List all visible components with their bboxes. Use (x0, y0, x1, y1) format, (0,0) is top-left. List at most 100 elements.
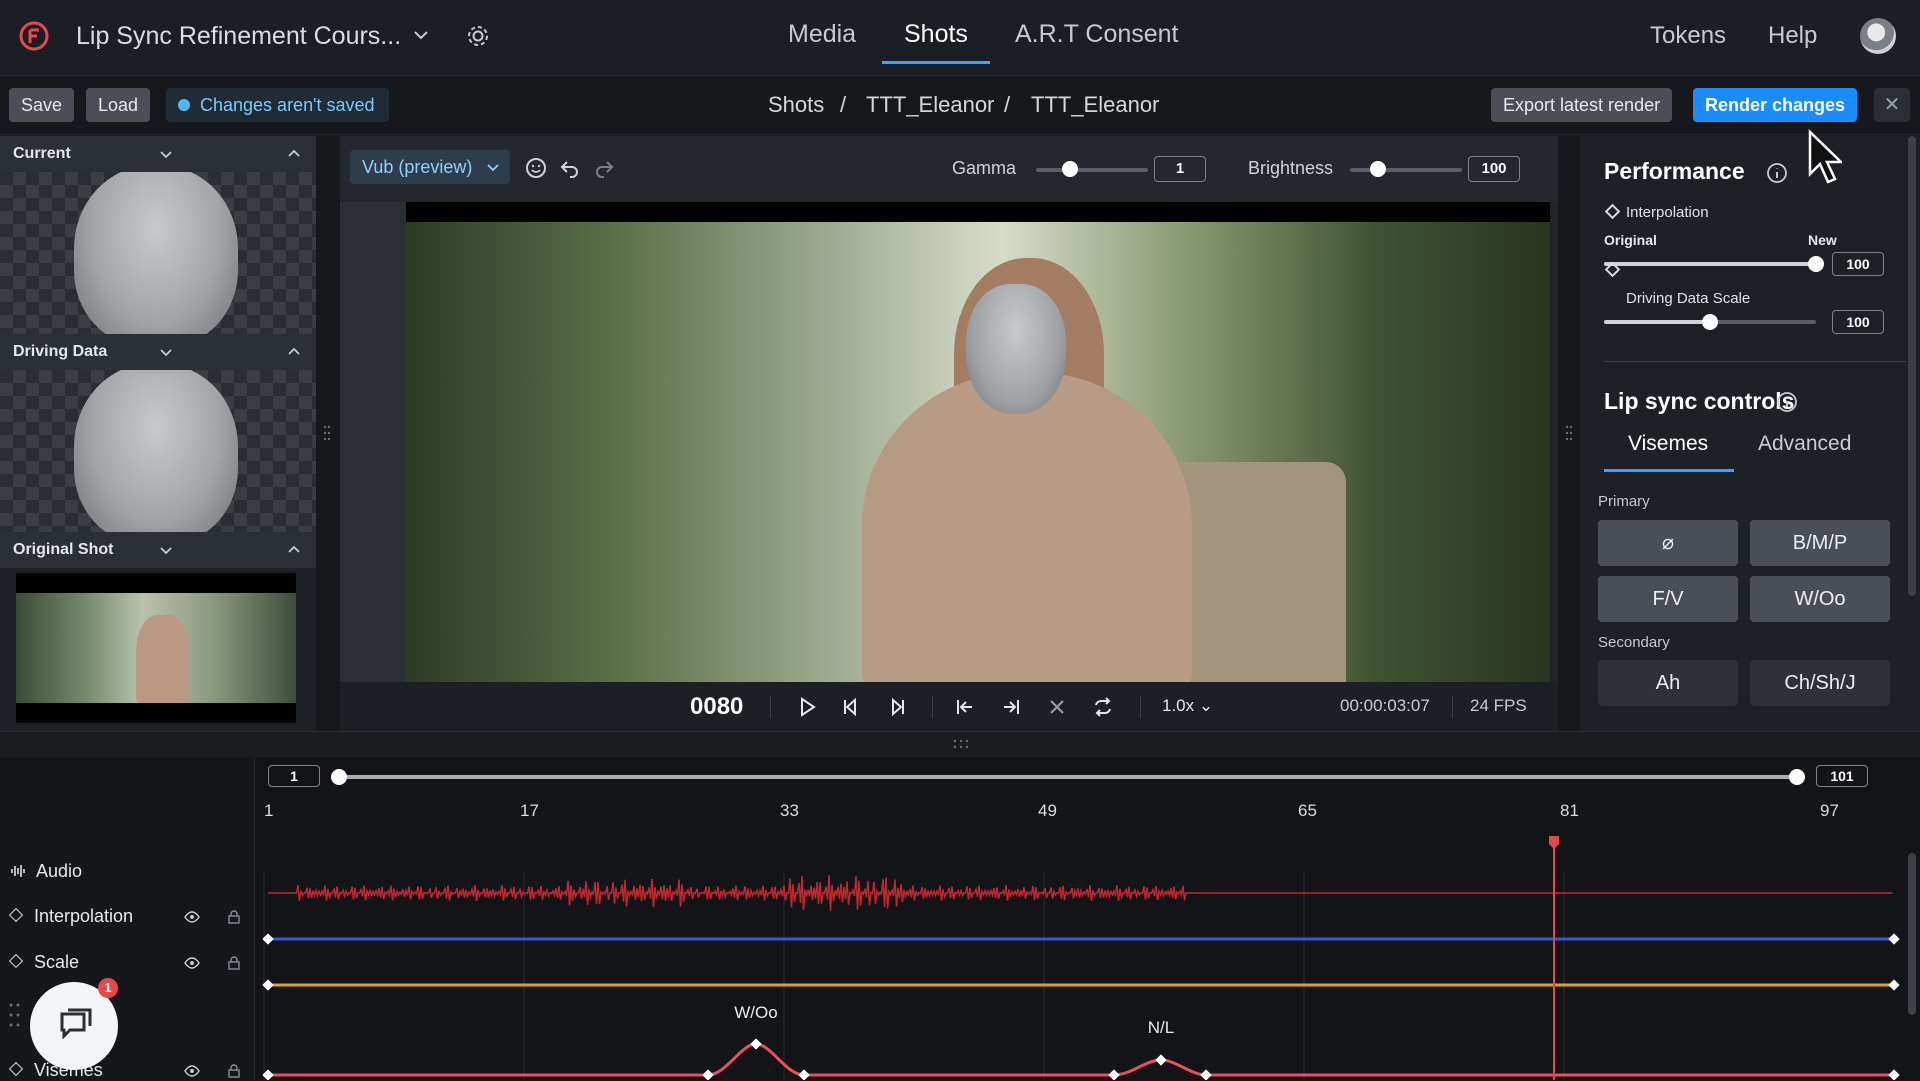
section-driving-data-header[interactable]: Driving Data (0, 334, 316, 370)
viseme-woo-button[interactable]: W/Oo (1750, 576, 1890, 622)
view-mode-select[interactable]: Vub (preview) (350, 150, 511, 184)
viewer-toolbar: Vub (preview) Gamma 1 Brightness 100 (340, 136, 1558, 202)
save-button[interactable]: Save (9, 88, 75, 122)
section-current-header[interactable]: Current (0, 136, 316, 172)
range-start-input[interactable]: 1 (268, 765, 320, 787)
gamma-slider-handle[interactable] (1061, 161, 1078, 177)
chevron-down-icon[interactable] (158, 146, 174, 162)
keyframe-marker[interactable] (1888, 933, 1900, 945)
chevron-up-icon[interactable] (286, 542, 302, 558)
viseme-fv-button[interactable]: F/V (1598, 576, 1738, 622)
driving-data-scale-value-input[interactable]: 100 (1832, 310, 1884, 334)
range-end-handle[interactable] (1789, 769, 1805, 785)
clear-icon[interactable] (1046, 696, 1068, 718)
playback-speed-select[interactable]: 1.0x ⌄ (1162, 696, 1213, 716)
load-button[interactable]: Load (86, 88, 151, 122)
project-title[interactable]: Lip Sync Refinement Cours... (76, 22, 401, 51)
track-canvas[interactable]: W/Oo N/L (256, 833, 1920, 1080)
chevron-up-icon[interactable] (286, 344, 302, 360)
keyframe-marker[interactable] (1888, 979, 1900, 991)
face-icon[interactable] (524, 156, 548, 180)
driving-data-scale-slider-handle[interactable] (1702, 314, 1718, 330)
tab-shots[interactable]: Shots (904, 20, 968, 49)
keyframe-marker[interactable] (1200, 1069, 1212, 1080)
tick-label: 17 (520, 801, 539, 820)
lock-icon[interactable] (226, 955, 242, 971)
export-latest-render-button[interactable]: Export latest render (1491, 88, 1673, 122)
loop-icon[interactable] (1092, 696, 1114, 718)
gear-icon[interactable] (464, 22, 492, 50)
keyframe-marker[interactable] (1888, 1069, 1900, 1080)
jump-to-end-icon[interactable] (1000, 696, 1022, 718)
section-original-shot-header[interactable]: Original Shot (0, 532, 316, 568)
close-icon[interactable]: ✕ (1874, 88, 1910, 122)
thumbnail-subject (136, 615, 190, 705)
render-changes-button[interactable]: Render changes (1693, 88, 1858, 122)
panel-scrollbar[interactable] (1908, 136, 1916, 596)
viseme-chshj-button[interactable]: Ch/Sh/J (1750, 660, 1890, 706)
drag-handle-icon[interactable] (952, 739, 970, 749)
drag-handle-icon[interactable] (1565, 424, 1573, 442)
timeline-resize-handle[interactable] (0, 731, 1920, 757)
tokens-link[interactable]: Tokens (1650, 22, 1726, 50)
viseme-ah-button[interactable]: Ah (1598, 660, 1738, 706)
jump-to-start-icon[interactable] (954, 696, 976, 718)
viseme-curve[interactable] (268, 1042, 1894, 1077)
keyframe-diamond-icon[interactable] (1604, 203, 1621, 220)
brightness-value-input[interactable]: 100 (1468, 156, 1520, 182)
step-forward-icon[interactable] (886, 696, 908, 718)
video-frame[interactable] (406, 222, 1550, 682)
range-slider[interactable] (338, 775, 1796, 779)
eye-icon[interactable] (184, 1063, 200, 1079)
keyframes[interactable] (262, 933, 1900, 1080)
keyframe-marker[interactable] (750, 1038, 762, 1050)
tab-art-consent[interactable]: A.R.T Consent (1015, 20, 1179, 49)
chevron-down-icon[interactable] (158, 344, 174, 360)
brightness-slider[interactable] (1350, 168, 1462, 172)
app-logo-icon[interactable] (18, 20, 50, 52)
viseme-neutral-button[interactable]: ⌀ (1598, 520, 1738, 566)
lock-icon[interactable] (226, 909, 242, 925)
viseme-label-nl: N/L (1148, 1018, 1174, 1037)
playhead-handle[interactable] (1549, 836, 1559, 849)
interpolation-slider-handle[interactable] (1808, 256, 1824, 272)
chat-icon (60, 1008, 92, 1040)
gamma-value-input[interactable]: 1 (1154, 156, 1206, 182)
action-toolbar: Save Load Changes aren't saved Shots / T… (0, 77, 1920, 135)
breadcrumb-shots[interactable]: Shots (768, 92, 824, 118)
play-icon[interactable] (796, 696, 818, 718)
avatar[interactable] (1860, 18, 1896, 54)
chevron-down-icon[interactable] (410, 24, 432, 46)
info-icon[interactable] (1776, 391, 1798, 413)
tick-label: 81 (1560, 801, 1579, 820)
chevron-up-icon[interactable] (286, 146, 302, 162)
gamma-slider[interactable] (1036, 168, 1148, 172)
keyframe-marker[interactable] (702, 1069, 714, 1080)
help-link[interactable]: Help (1768, 22, 1817, 50)
keyframe-marker[interactable] (1155, 1054, 1167, 1066)
undo-icon[interactable] (558, 156, 582, 180)
chevron-down-icon[interactable] (158, 542, 174, 558)
brightness-slider-handle[interactable] (1370, 161, 1386, 177)
keyframe-marker[interactable] (798, 1069, 810, 1080)
step-back-icon[interactable] (840, 696, 862, 718)
viseme-bmp-button[interactable]: B/M/P (1750, 520, 1890, 566)
range-start-handle[interactable] (331, 769, 347, 785)
interpolation-value-input[interactable]: 100 (1832, 252, 1884, 276)
tab-visemes[interactable]: Visemes (1628, 432, 1708, 456)
original-shot-thumbnail (16, 573, 296, 723)
info-icon[interactable] (1766, 162, 1788, 184)
drag-handle-icon[interactable] (8, 1001, 22, 1029)
tab-advanced[interactable]: Advanced (1758, 432, 1851, 456)
tab-media[interactable]: Media (788, 20, 856, 49)
timeline-scrollbar[interactable] (1908, 853, 1916, 1015)
breadcrumb-shot-group[interactable]: TTT_Eleanor (866, 92, 994, 118)
keyframe-marker[interactable] (1108, 1069, 1120, 1080)
current-frame[interactable]: 0080 (690, 693, 743, 721)
drag-handle-icon[interactable] (323, 424, 331, 442)
range-end-input[interactable]: 101 (1816, 765, 1868, 787)
redo-icon[interactable] (592, 156, 616, 180)
lock-icon[interactable] (226, 1063, 242, 1079)
eye-icon[interactable] (184, 909, 200, 925)
eye-icon[interactable] (184, 955, 200, 971)
